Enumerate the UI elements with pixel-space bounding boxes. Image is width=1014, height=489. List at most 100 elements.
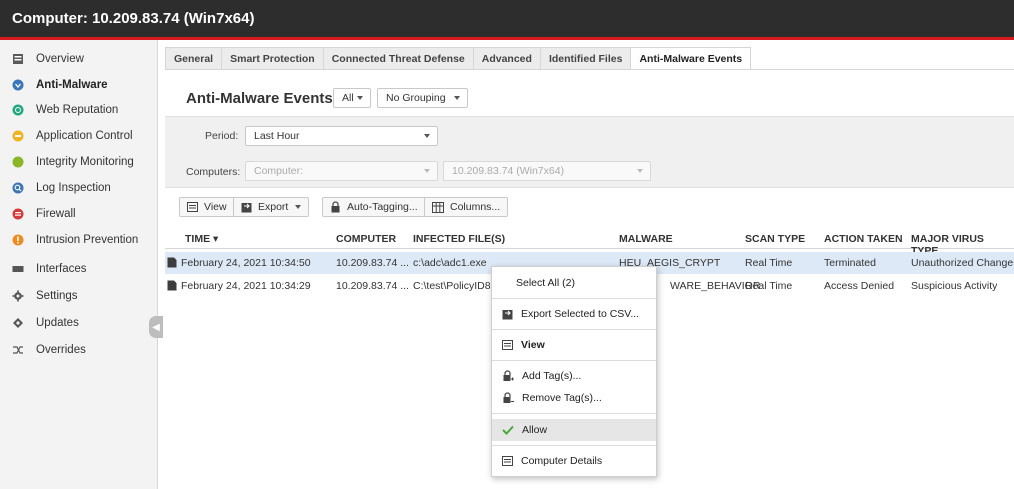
- firewall-icon: [12, 208, 24, 220]
- sidebar-item-label: Firewall: [36, 208, 76, 220]
- remove-tag-icon: [503, 392, 514, 403]
- export-button[interactable]: Export: [233, 197, 310, 217]
- sidebar-item-label: Settings: [36, 290, 78, 302]
- tab-smart-protection[interactable]: Smart Protection: [222, 47, 324, 70]
- view-button[interactable]: View: [179, 197, 235, 217]
- menu-separator: [492, 360, 656, 361]
- context-menu: Select All (2) Export Selected to CSV...…: [491, 266, 657, 477]
- event-icon: [167, 257, 177, 268]
- updates-icon: [12, 317, 24, 329]
- sidebar-item-updates[interactable]: Updates: [0, 310, 157, 336]
- columns-button-label: Columns...: [450, 201, 501, 213]
- menu-item-export-csv[interactable]: Export Selected to CSV...: [492, 303, 656, 325]
- menu-item-allow[interactable]: Allow: [492, 419, 656, 441]
- period-select-value: Last Hour: [254, 130, 300, 142]
- add-tag-icon: [503, 370, 514, 381]
- check-icon: [502, 425, 514, 435]
- menu-item-remove-tags[interactable]: Remove Tag(s)...: [492, 387, 656, 409]
- computers-label: Computers:: [186, 166, 241, 178]
- grouping-select[interactable]: No Grouping: [377, 88, 468, 108]
- sidebar-item-settings[interactable]: Settings: [0, 283, 157, 309]
- columns-button[interactable]: Columns...: [424, 197, 509, 217]
- computers-select-value: Computer:: [254, 165, 304, 177]
- column-header-action-taken[interactable]: ACTION TAKEN: [824, 233, 903, 245]
- tabs-divider: [165, 69, 1014, 70]
- cell-computer: 10.209.83.74 ...: [336, 280, 409, 292]
- sort-caret-icon: ▾: [213, 233, 219, 245]
- sidebar-item-label: Overview: [36, 53, 84, 65]
- view-icon: [502, 340, 513, 350]
- tag-lock-icon: [331, 201, 340, 213]
- sidebar-item-label: Log Inspection: [36, 182, 111, 194]
- tab-identified-files[interactable]: Identified Files: [540, 47, 632, 70]
- scope-select[interactable]: All: [333, 88, 371, 108]
- cell-scan-type: Real Time: [745, 257, 793, 269]
- chevron-down-icon: [637, 169, 643, 173]
- tab-advanced[interactable]: Advanced: [473, 47, 541, 70]
- tab-bar: General Smart Protection Connected Threa…: [165, 47, 752, 70]
- event-icon: [167, 280, 177, 291]
- computer-target-select[interactable]: 10.209.83.74 (Win7x64): [443, 161, 651, 181]
- log-inspection-icon: [12, 182, 24, 194]
- overrides-icon: [12, 344, 24, 356]
- window-title: Computer: 10.209.83.74 (Win7x64): [12, 10, 255, 27]
- menu-separator: [492, 329, 656, 330]
- period-label: Period:: [205, 130, 239, 142]
- tab-anti-malware-events[interactable]: Anti-Malware Events: [631, 47, 752, 70]
- sidebar-item-application-control[interactable]: Application Control: [0, 123, 157, 149]
- column-header-scan-type[interactable]: SCAN TYPE: [745, 233, 805, 245]
- table-header: TIME ▾ COMPUTER INFECTED FILE(S) MALWARE…: [165, 229, 1014, 257]
- menu-item-view[interactable]: View: [492, 334, 656, 356]
- cell-action-taken: Terminated: [824, 257, 876, 269]
- sidebar-item-label: Anti-Malware: [36, 79, 108, 91]
- column-header-computer[interactable]: COMPUTER: [336, 233, 396, 245]
- sidebar-item-integrity-monitoring[interactable]: Integrity Monitoring: [0, 149, 157, 175]
- sidebar-collapse-handle[interactable]: ◀: [149, 316, 163, 338]
- sidebar-item-intrusion-prevention[interactable]: Intrusion Prevention: [0, 227, 157, 253]
- sidebar-item-log-inspection[interactable]: Log Inspection: [0, 175, 157, 201]
- sidebar-item-label: Application Control: [36, 130, 133, 142]
- sidebar-item-interfaces[interactable]: Interfaces: [0, 256, 157, 282]
- cell-infected-file: C:\test\PolicyID85: [413, 280, 497, 292]
- cell-time: February 24, 2021 10:34:50: [181, 257, 311, 269]
- chevron-down-icon: [295, 205, 302, 209]
- menu-separator: [492, 445, 656, 446]
- column-header-infected-files[interactable]: INFECTED FILE(S): [413, 233, 505, 245]
- computer-target-value: 10.209.83.74 (Win7x64): [452, 165, 565, 177]
- cell-time: February 24, 2021 10:34:29: [181, 280, 311, 292]
- sidebar-item-label: Updates: [36, 317, 79, 329]
- sidebar-item-anti-malware[interactable]: Anti-Malware: [0, 72, 157, 98]
- auto-tagging-button-label: Auto-Tagging...: [347, 201, 418, 213]
- tab-connected-threat-defense[interactable]: Connected Threat Defense: [323, 47, 474, 70]
- column-header-time[interactable]: TIME ▾: [185, 233, 218, 245]
- settings-gear-icon: [12, 290, 24, 302]
- export-icon: [241, 202, 252, 212]
- sidebar-item-overrides[interactable]: Overrides: [0, 337, 157, 363]
- details-icon: [502, 456, 513, 466]
- cell-scan-type: Real Time: [745, 280, 793, 292]
- sidebar-item-web-reputation[interactable]: Web Reputation: [0, 97, 157, 123]
- integrity-monitoring-icon: [12, 156, 24, 168]
- menu-item-select-all[interactable]: Select All (2): [492, 272, 656, 294]
- overview-icon: [12, 53, 24, 65]
- cell-infected-file: c:\adc\adc1.exe: [413, 257, 487, 269]
- column-header-malware[interactable]: MALWARE: [619, 233, 673, 245]
- chevron-down-icon: [357, 96, 363, 100]
- menu-separator: [492, 298, 656, 299]
- auto-tagging-button[interactable]: Auto-Tagging...: [322, 197, 426, 217]
- sidebar-item-label: Overrides: [36, 344, 86, 356]
- page-title: Anti-Malware Events: [186, 90, 333, 107]
- columns-icon: [432, 201, 444, 213]
- grouping-select-value: No Grouping: [386, 92, 446, 104]
- sidebar-item-overview[interactable]: Overview: [0, 46, 157, 72]
- menu-item-add-tags[interactable]: Add Tag(s)...: [492, 365, 656, 387]
- interfaces-icon: [12, 263, 24, 275]
- sidebar-item-label: Integrity Monitoring: [36, 156, 134, 168]
- computers-select[interactable]: Computer:: [245, 161, 438, 181]
- chevron-down-icon: [424, 169, 430, 173]
- period-select[interactable]: Last Hour: [245, 126, 438, 146]
- menu-item-computer-details[interactable]: Computer Details: [492, 450, 656, 472]
- tab-general[interactable]: General: [165, 47, 223, 70]
- export-button-label: Export: [258, 201, 289, 213]
- sidebar-item-firewall[interactable]: Firewall: [0, 201, 157, 227]
